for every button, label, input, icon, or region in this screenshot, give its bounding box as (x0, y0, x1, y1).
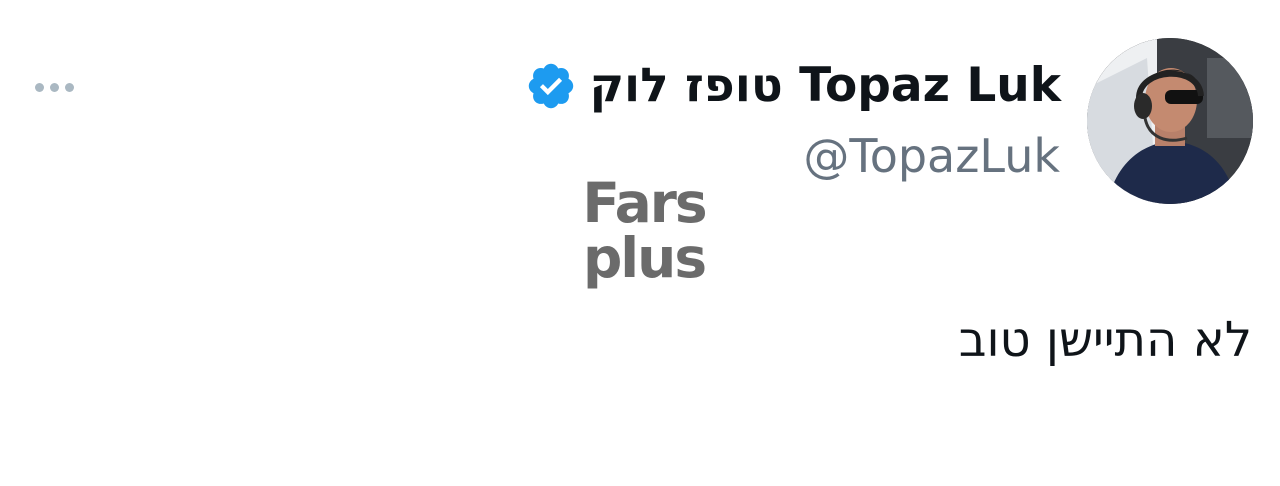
display-name[interactable]: טופז לוק Topaz Luk (589, 54, 1061, 118)
tweet-header: טופז לוק Topaz Luk (525, 54, 1061, 118)
tweet-card: טופז לוק Topaz Luk @TopazLuk Fars plus ל… (0, 0, 1280, 486)
more-dot-icon (34, 82, 44, 92)
more-dot-icon (64, 82, 74, 92)
watermark-line-1: Fars (582, 171, 707, 235)
avatar-photo (1087, 38, 1253, 204)
user-handle[interactable]: @TopazLuk (803, 126, 1060, 186)
watermark: Fars plus (574, 176, 714, 286)
watermark-line-2: plus (582, 226, 707, 290)
more-dot-icon (49, 82, 59, 92)
verified-badge-icon (529, 63, 574, 109)
more-options-button[interactable] (26, 70, 82, 104)
tweet-text: לא התיישן טוב (958, 312, 1252, 368)
avatar[interactable] (1087, 38, 1253, 204)
